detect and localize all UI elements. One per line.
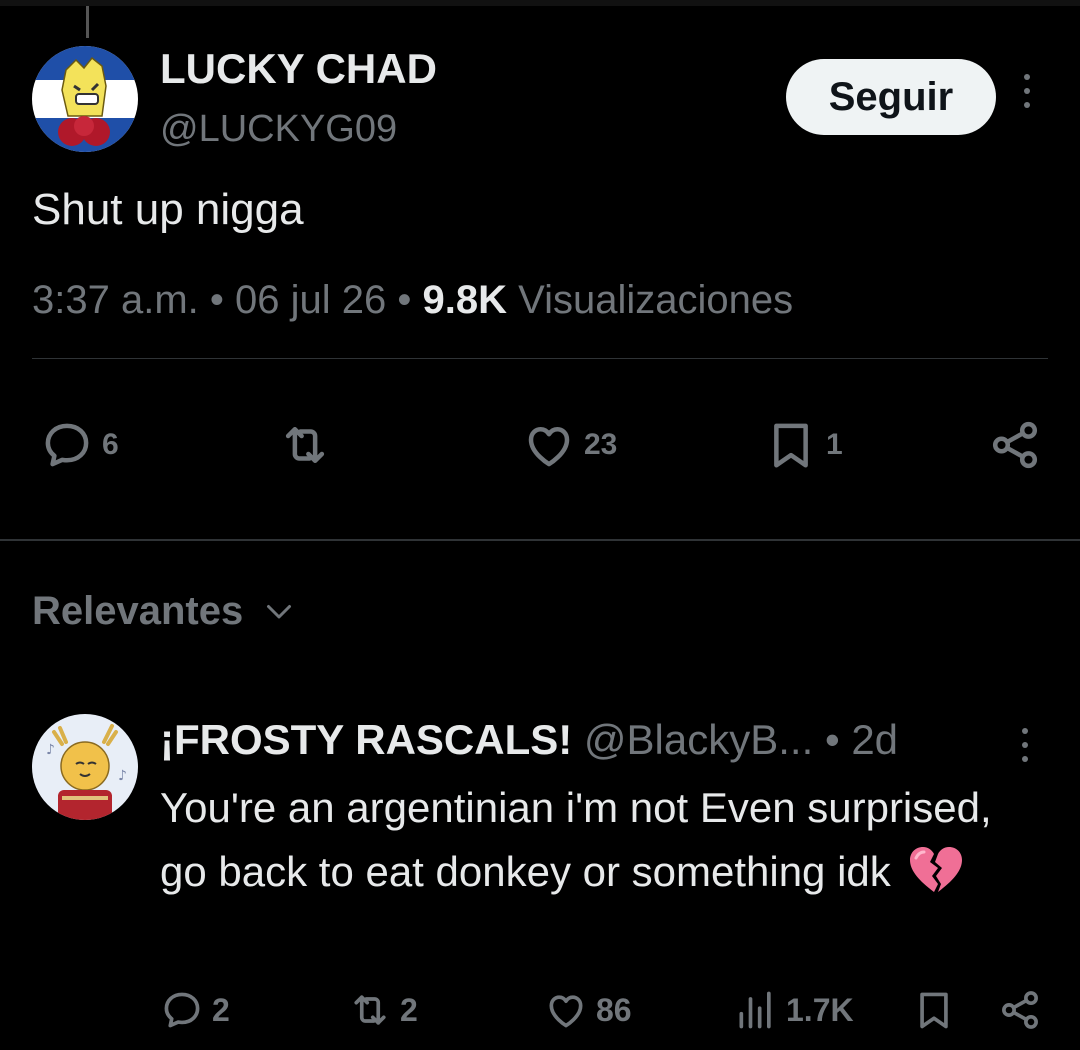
more-options-icon[interactable] xyxy=(1022,74,1032,118)
like-button[interactable]: 23 xyxy=(522,400,617,490)
bookmark-icon xyxy=(920,992,948,1029)
like-icon xyxy=(549,995,583,1028)
reply-reply-count: 2 xyxy=(212,991,230,1028)
like-count: 23 xyxy=(584,428,618,461)
reply-age[interactable]: 2d xyxy=(851,716,898,763)
repost-button[interactable] xyxy=(278,400,332,490)
meta-separator: • xyxy=(824,716,852,763)
bookmark-button[interactable]: 1 xyxy=(764,400,843,490)
repost-icon xyxy=(354,995,386,1025)
reply-icon xyxy=(164,992,200,1028)
reply-repost-count: 2 xyxy=(400,991,418,1028)
share-button[interactable] xyxy=(988,400,1042,490)
reply-text: You're an argentinian i'm not Even surpr… xyxy=(160,784,992,895)
meta-separator: • xyxy=(209,278,236,322)
reply-author-handle[interactable]: @BlackyB... xyxy=(584,716,813,763)
more-options-icon[interactable] xyxy=(1020,728,1030,772)
post-actions: 6 23 1 xyxy=(32,400,1048,490)
bookmark-count: 1 xyxy=(826,428,843,461)
reply-repost-button[interactable]: 2 xyxy=(348,975,418,1045)
reply-like-button[interactable]: 86 xyxy=(544,975,632,1045)
reply-reply-button[interactable]: 2 xyxy=(160,975,230,1045)
broken-heart-icon xyxy=(910,847,963,892)
reply-share-button[interactable] xyxy=(998,975,1042,1045)
reply-like-count: 86 xyxy=(596,991,632,1028)
repost-icon xyxy=(285,427,325,463)
divider xyxy=(32,358,1048,359)
like-icon xyxy=(528,427,570,467)
author-handle[interactable]: @LUCKYG09 xyxy=(160,106,397,152)
svg-text:♪: ♪ xyxy=(46,742,55,758)
views-label: Visualizaciones xyxy=(518,278,794,322)
thread-connector-line xyxy=(86,6,89,38)
reply-views-button[interactable]: 1.7K xyxy=(734,975,854,1045)
svg-text:♪: ♪ xyxy=(118,768,127,784)
reply-header: ¡FROSTY RASCALS! @BlackyB... • 2d xyxy=(160,712,898,768)
post-header: LUCKY CHAD @LUCKYG09 Seguir xyxy=(32,44,1048,154)
reply-button[interactable]: 6 xyxy=(40,400,119,490)
reply-actions: 2 2 86 1.7K xyxy=(160,975,1040,1045)
top-edge xyxy=(0,0,1080,6)
share-icon xyxy=(992,421,1038,469)
reply-bookmark-button[interactable] xyxy=(912,975,956,1045)
author-avatar[interactable] xyxy=(32,46,138,152)
meta-separator: • xyxy=(397,278,423,322)
post-meta: 3:37 a.m. • 06 jul 26 • 9.8K Visualizaci… xyxy=(32,270,793,330)
reply-count: 6 xyxy=(102,428,119,461)
reply-author-avatar[interactable]: ♪ ♪ xyxy=(32,714,138,820)
reply-views-count: 1.7K xyxy=(786,991,854,1028)
chevron-down-icon xyxy=(267,605,292,619)
post-text: Shut up nigga xyxy=(32,185,304,234)
reply-icon xyxy=(45,423,89,467)
reply-author-name[interactable]: ¡FROSTY RASCALS! xyxy=(160,716,572,763)
post-date[interactable]: 06 jul 26 xyxy=(235,278,386,322)
views-count: 9.8K xyxy=(422,278,508,322)
sort-selector[interactable]: Relevantes xyxy=(32,585,297,637)
follow-button[interactable]: Seguir xyxy=(786,59,996,135)
bookmark-icon xyxy=(774,423,808,468)
views-icon xyxy=(739,991,771,1029)
reply-text-block: You're an argentinian i'm not Even surpr… xyxy=(160,776,1040,904)
post-time[interactable]: 3:37 a.m. xyxy=(32,278,199,322)
sort-label: Relevantes xyxy=(32,589,244,633)
author-name[interactable]: LUCKY CHAD xyxy=(160,44,437,94)
share-icon xyxy=(1002,991,1038,1029)
section-divider xyxy=(0,539,1080,541)
